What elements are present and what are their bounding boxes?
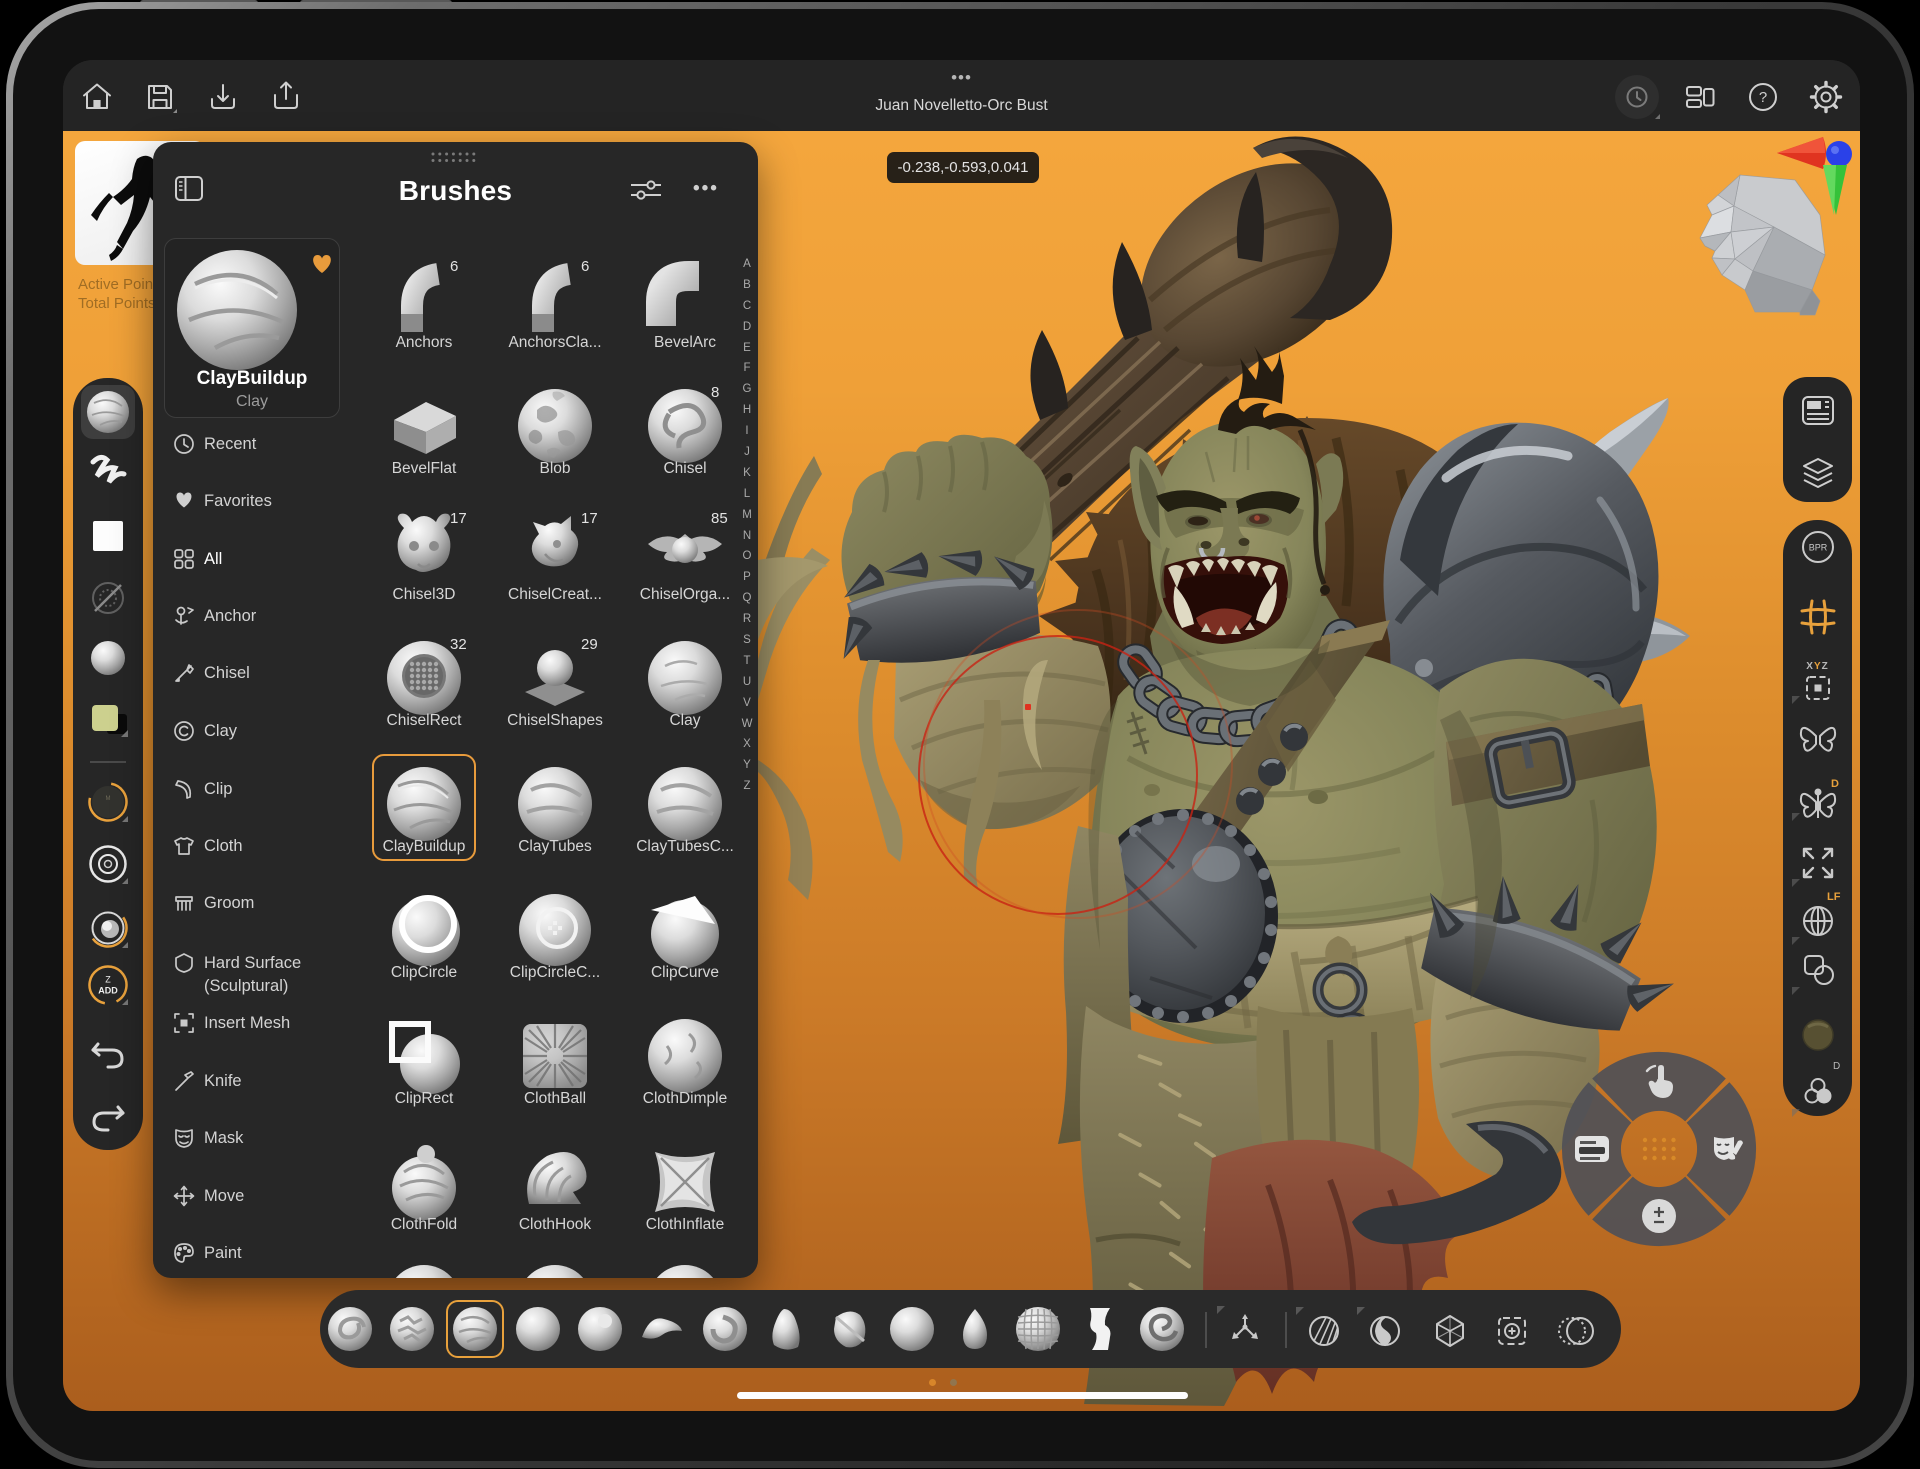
svg-text:Z: Z <box>105 975 111 985</box>
svg-text:BPR: BPR <box>1809 543 1828 553</box>
svg-text:?: ? <box>1759 89 1767 106</box>
svg-text:M: M <box>106 796 111 802</box>
svg-text:ADD: ADD <box>98 986 118 996</box>
